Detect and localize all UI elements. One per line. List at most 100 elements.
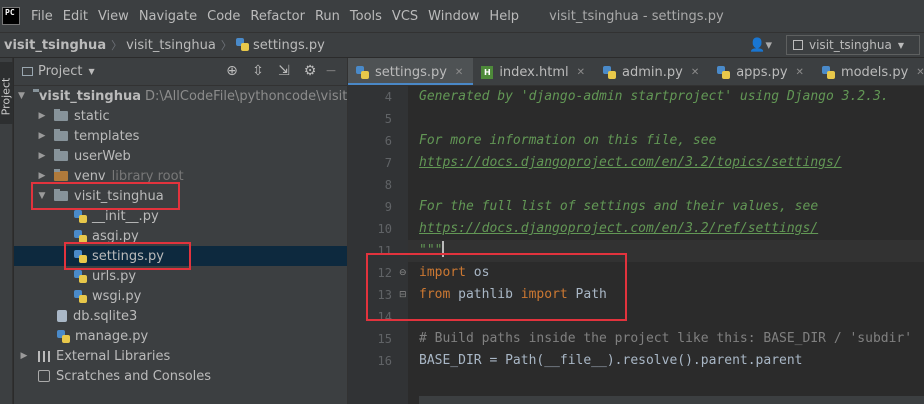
fold-marker-icon[interactable]: ⊖: [399, 262, 407, 284]
menu-vcs[interactable]: VCS: [387, 9, 423, 24]
python-file-icon: [74, 289, 87, 303]
line-number: 5: [384, 112, 392, 126]
code-token: BASE_DIR = Path(__file__).resolve().pare…: [419, 353, 803, 368]
code-token: For more information on this file, see: [419, 133, 717, 148]
user-icon[interactable]: 👤▾: [749, 38, 772, 53]
project-tool-tab[interactable]: Project: [0, 62, 13, 124]
tree-item-asgi[interactable]: asgi.py: [14, 226, 347, 246]
hide-panel-icon[interactable]: −: [323, 63, 339, 79]
tree-item-label: manage.py: [75, 328, 149, 344]
code-token: os: [465, 265, 490, 280]
left-tool-stripe: Project: [0, 58, 13, 404]
tree-item-visit-tsinghua[interactable]: ▼ visit_tsinghua: [14, 186, 347, 206]
tab-models[interactable]: models.py ✕: [814, 58, 924, 85]
close-icon[interactable]: ✕: [796, 67, 804, 78]
line-number-gutter[interactable]: 4 5 6 7 8 9 10 11 12 ⊖ 13 ⊟ 14 15 16: [348, 86, 408, 404]
close-icon[interactable]: ✕: [577, 67, 585, 78]
expanded-arrow-icon[interactable]: ▼: [36, 191, 48, 201]
tree-item-db[interactable]: db.sqlite3: [14, 306, 347, 326]
code-line: https://docs.djangoproject.com/en/3.2/to…: [419, 152, 842, 174]
menu-refactor[interactable]: Refactor: [245, 9, 310, 24]
menu-help[interactable]: Help: [484, 9, 524, 24]
python-file-icon: [821, 65, 835, 79]
run-config-dropdown[interactable]: visit_tsinghua ▼: [786, 35, 920, 55]
tab-settings[interactable]: settings.py ✕: [348, 58, 474, 85]
python-file-icon: [603, 65, 617, 79]
breadcrumb-file-label: settings.py: [252, 37, 325, 53]
database-file-icon: [57, 310, 67, 322]
tree-item-root[interactable]: ▼ visit_tsinghua D:\AllCodeFile\pythonco…: [14, 86, 366, 106]
tree-item-scratches[interactable]: Scratches and Consoles: [14, 366, 347, 386]
code-line: """: [419, 240, 445, 262]
tree-item-venv[interactable]: ▶ venv library root: [14, 166, 347, 186]
tree-item-init[interactable]: __init__.py: [14, 206, 347, 226]
tree-item-static[interactable]: ▶ static: [14, 106, 347, 126]
tree-item-label: settings.py: [92, 248, 164, 264]
line-number: 14: [377, 310, 392, 324]
project-panel-header: Project ▼ ⊕ ⇳ ⇲ ⚙ −: [14, 58, 347, 86]
expanded-arrow-icon[interactable]: ▼: [18, 91, 25, 101]
gear-icon[interactable]: ⚙: [297, 63, 323, 79]
line-number: 15: [377, 332, 392, 346]
menu-file[interactable]: File: [26, 9, 58, 24]
text-caret: [442, 241, 445, 257]
close-icon[interactable]: ✕: [916, 67, 924, 78]
menu-navigate[interactable]: Navigate: [134, 9, 202, 24]
code-token: Path: [567, 287, 607, 302]
collapsed-arrow-icon[interactable]: ▶: [36, 171, 48, 181]
chevron-down-icon: ▼: [897, 40, 904, 50]
fold-marker-icon[interactable]: ⊟: [399, 284, 407, 306]
menu-run[interactable]: Run: [310, 9, 345, 24]
tree-item-label: static: [74, 108, 110, 124]
collapsed-arrow-icon[interactable]: ▶: [18, 351, 30, 361]
folder-icon: [54, 169, 68, 181]
code-editor[interactable]: Generated by 'django-admin startproject'…: [408, 86, 924, 404]
code-token: pathlib: [450, 287, 521, 302]
python-file-icon: [74, 269, 87, 283]
breadcrumb-package[interactable]: visit_tsinghua: [122, 38, 216, 53]
chevron-down-icon[interactable]: ▼: [88, 67, 94, 76]
libraries-icon: [38, 350, 50, 362]
tree-item-urls[interactable]: urls.py: [14, 266, 347, 286]
tree-item-settings[interactable]: settings.py: [14, 246, 347, 266]
project-panel-title[interactable]: Project: [38, 64, 82, 79]
collapsed-arrow-icon[interactable]: ▶: [36, 151, 48, 161]
tree-item-templates[interactable]: ▶ templates: [14, 126, 347, 146]
tab-label: index.html: [499, 64, 569, 80]
menu-view[interactable]: View: [93, 9, 134, 24]
menu-window[interactable]: Window: [423, 9, 484, 24]
expand-all-icon[interactable]: ⇲: [271, 63, 297, 79]
tree-item-userweb[interactable]: ▶ userWeb: [14, 146, 347, 166]
horizontal-scrollbar[interactable]: [419, 396, 924, 404]
collapse-all-icon[interactable]: ⇳: [245, 63, 271, 79]
close-icon[interactable]: ✕: [455, 67, 463, 78]
code-token: https://docs.djangoproject.com/en/3.2/re…: [419, 221, 819, 236]
collapsed-arrow-icon[interactable]: ▶: [36, 131, 48, 141]
tab-label: admin.py: [622, 64, 683, 80]
breadcrumb-project[interactable]: visit_tsinghua: [0, 38, 106, 53]
line-number: 11: [377, 244, 392, 258]
tab-index[interactable]: H index.html ✕: [473, 58, 595, 85]
tab-label: settings.py: [375, 64, 447, 80]
library-root-hint: library root: [111, 168, 184, 184]
code-line: # Build paths inside the project like th…: [419, 328, 912, 350]
menu-edit[interactable]: Edit: [58, 9, 93, 24]
tree-item-manage[interactable]: manage.py: [14, 326, 347, 346]
folder-icon: [54, 129, 68, 141]
tree-item-external-libraries[interactable]: ▶ External Libraries: [14, 346, 347, 366]
tab-apps[interactable]: apps.py ✕: [709, 58, 814, 85]
python-file-icon: [74, 229, 87, 243]
locate-target-icon[interactable]: ⊕: [219, 63, 245, 79]
tab-label: models.py: [840, 64, 909, 80]
close-icon[interactable]: ✕: [691, 67, 699, 78]
editor-tab-bar: settings.py ✕ H index.html ✕ admin.py ✕ …: [348, 58, 924, 86]
code-token: https://docs.djangoproject.com/en/3.2/to…: [419, 155, 842, 170]
tree-item-label: db.sqlite3: [73, 308, 138, 324]
tab-admin[interactable]: admin.py ✕: [595, 58, 709, 85]
collapsed-arrow-icon[interactable]: ▶: [36, 111, 48, 121]
tree-item-wsgi[interactable]: wsgi.py: [14, 286, 347, 306]
run-config-icon: [793, 40, 803, 50]
menu-tools[interactable]: Tools: [345, 9, 387, 24]
menu-code[interactable]: Code: [202, 9, 245, 24]
breadcrumb-file[interactable]: settings.py: [232, 37, 325, 53]
